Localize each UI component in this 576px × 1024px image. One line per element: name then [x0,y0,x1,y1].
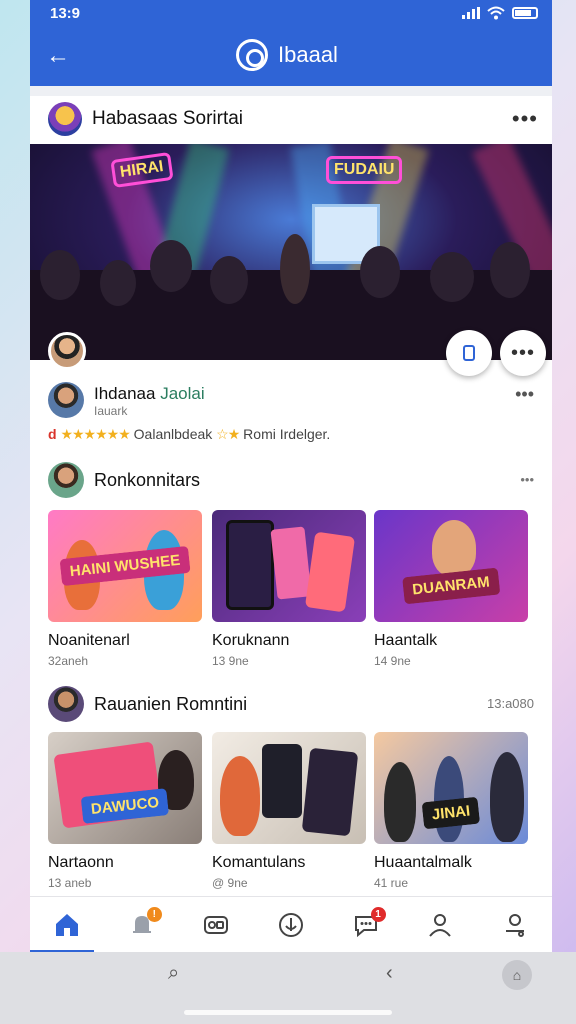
app-bar: ← Ibaaal [30,26,552,86]
rating-stars-secondary: ☆★ [216,426,240,442]
card-thumbnail[interactable]: HAINI WUSHEE [48,510,202,622]
card-item[interactable]: HAINI WUSHEE Noanitenarl 32aneh [48,510,202,668]
system-home-icon[interactable]: ⌂ [502,960,532,990]
back-arrow-icon[interactable]: ← [46,42,70,70]
more-icon: ••• [510,341,535,364]
section1-avatar[interactable] [48,462,84,498]
card-thumbnail[interactable]: DAWUCO [48,732,202,844]
post-more-icon[interactable]: ••• [512,108,538,130]
nav-explore[interactable] [271,905,311,945]
rating-stars: ★★★★★★ [60,426,130,442]
home-icon [56,913,79,936]
section2-title[interactable]: Rauanien Romntini [94,694,247,715]
section1-title[interactable]: Ronkonnitars [94,470,200,491]
nav-media[interactable] [196,905,236,945]
card-thumbnail[interactable] [212,732,366,844]
wifi-icon [487,6,505,20]
app-title-group: Ibaaal [236,39,338,71]
section-header-2: Rauanien Romntini 13:a080 [30,684,552,724]
card-item[interactable]: DAWUCO Nartaonn 13 aneb [48,732,202,890]
section1-more-icon[interactable]: ••• [520,472,534,487]
card-thumbnail[interactable]: DUANRAM [374,510,528,622]
anchor-icon [278,912,303,937]
card-badge: JINAI [421,796,481,829]
card-subtitle: 14 9ne [374,654,411,668]
card-thumbnail[interactable] [212,510,366,622]
card-subtitle: @ 9ne [212,876,248,890]
card-item[interactable]: Komantulans @ 9ne [212,732,366,890]
feed-divider [30,86,552,96]
bookmark-icon [463,345,475,361]
more-options-button[interactable]: ••• [500,330,546,376]
card-title: Haantalk [374,632,438,649]
nav-notifications[interactable]: ! [122,905,162,945]
profile-icon [429,913,451,937]
group-avatar[interactable] [48,102,82,136]
post-author[interactable]: Habasaas Sorirtai [92,108,512,130]
system-back-icon[interactable]: ‹ [386,962,393,985]
notification-badge: ! [146,906,162,922]
nav-settings[interactable] [495,905,535,945]
rating-suffix: Romi Irdelger. [243,426,331,442]
card-badge: DUANRAM [402,567,500,605]
status-icons [462,6,538,20]
card-subtitle: 13 aneb [48,876,92,890]
status-bar: 13:9 [30,0,552,26]
status-time: 13:9 [50,4,81,22]
profile-name-main: Ihdanaa [94,384,156,403]
bottom-nav: ! 1 [30,896,552,952]
section-header-1: Ronkonnitars ••• [30,460,552,500]
home-indicator[interactable] [184,1010,392,1015]
app-title: Ibaaal [278,42,338,67]
card-subtitle: 32aneh [48,654,89,668]
profile-avatar[interactable] [48,382,84,418]
card-thumbnail[interactable]: JINAI [374,732,528,844]
hero-image[interactable]: HIRAI FUDAIU [30,144,552,360]
save-button[interactable] [446,330,492,376]
neon-sign-right: FUDAIU [326,156,403,184]
section2-avatar[interactable] [48,686,84,722]
signal-icon [462,7,480,19]
nav-chat[interactable]: 1 [346,905,386,945]
rating-text: Oalanlbdeak [133,426,213,442]
post-header: Habasaas Sorirtai ••• [30,96,552,142]
profile-row: Ihdanaa Jaolai Iauark ••• [30,378,552,422]
system-search-icon[interactable]: ⌕ [168,962,179,985]
card-item[interactable]: JINAI Huaantalmalk 41 rue [374,732,528,890]
app-logo-icon [236,39,268,71]
media-icon [204,915,229,934]
card-subtitle: 41 rue [374,876,409,890]
card-title: Koruknann [212,632,290,649]
chat-badge: 1 [370,906,386,922]
battery-icon [512,7,538,19]
card-title: Huaantalmalk [374,854,472,871]
nav-profile[interactable] [420,905,460,945]
rating-line: d ★★★★★★ Oalanlbdeak ☆★ Romi Irdelger. [48,426,330,443]
phone-screen: 13:9 ← Ibaaal Habasaas Sorirtai ••• HIRA… [30,0,552,1024]
rating-prefix: d [48,426,57,442]
card-subtitle: 13 9ne [212,654,249,668]
account-settings-icon [505,913,524,937]
profile-name-accent: Jaolai [160,384,205,403]
card-title: Nartaonn [48,854,114,871]
card-item[interactable]: Koruknann 13 9ne [212,510,366,668]
profile-subtitle: Iauark [94,404,128,418]
card-title: Noanitenarl [48,632,130,649]
nav-home[interactable] [47,905,87,945]
card-title: Komantulans [212,854,306,871]
host-avatar[interactable] [48,332,86,370]
profile-more-icon[interactable]: ••• [515,384,534,405]
section2-right-text: 13:a080 [487,696,534,711]
profile-name[interactable]: Ihdanaa Jaolai [94,384,205,404]
card-item[interactable]: DUANRAM Haantalk 14 9ne [374,510,528,668]
